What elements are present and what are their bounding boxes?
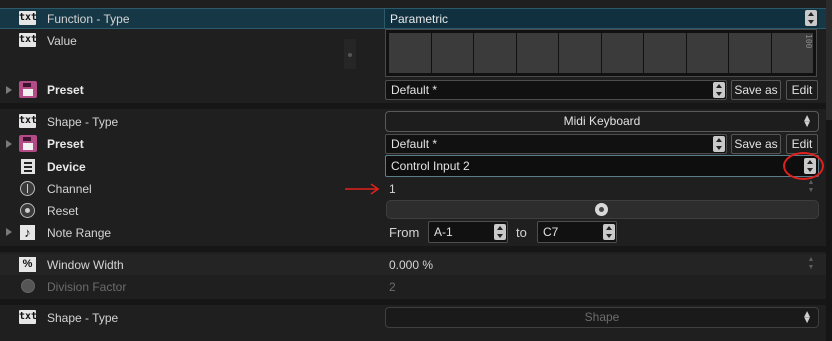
window-width-label: Window Width xyxy=(47,258,124,272)
value-graph[interactable]: 100 xyxy=(385,29,817,77)
reset-row: Reset xyxy=(0,200,826,220)
preset2-spin-icon[interactable] xyxy=(713,136,725,152)
function-type-spin-icon[interactable] xyxy=(805,10,817,26)
graph-top-value: 100 xyxy=(804,34,813,49)
txt-icon: txt xyxy=(19,11,38,25)
device-label: Device xyxy=(47,160,86,174)
note-range-row: ♪ Note Range From A-1 to C7 xyxy=(0,221,826,243)
reset-button[interactable] xyxy=(386,200,819,219)
device-select[interactable]: Control Input 2 xyxy=(385,155,819,177)
expand-arrow-icon[interactable] xyxy=(6,86,12,94)
division-factor-value: 2 xyxy=(389,280,396,294)
preset2-row: Preset Default * Save as Edit xyxy=(0,134,826,155)
division-factor-row: Division Factor 2 xyxy=(0,276,826,297)
handle-dot-icon xyxy=(348,53,352,57)
txt-icon: txt xyxy=(19,114,38,128)
channel-label: Channel xyxy=(47,182,92,196)
expand-arrow-icon[interactable] xyxy=(6,228,12,236)
to-note-value: C7 xyxy=(543,225,559,239)
preset-icon xyxy=(18,134,37,152)
division-icon xyxy=(18,278,37,294)
channel-stepper-icon[interactable]: ▲ ▼ xyxy=(806,179,816,195)
preset2-select-value: Default * xyxy=(391,137,438,151)
from-note-spin-icon[interactable] xyxy=(494,224,506,240)
shape-type-label: Shape - Type xyxy=(47,115,119,129)
preset-label: Preset xyxy=(47,83,84,97)
shape-type2-value: Shape xyxy=(584,310,620,324)
function-type-select[interactable]: Parametric xyxy=(384,9,819,28)
preset-select[interactable]: Default * xyxy=(385,80,727,100)
updown-chevron-icon: ▲ ▼ xyxy=(802,309,812,326)
shape-type-value: Midi Keyboard xyxy=(563,114,641,128)
from-label: From xyxy=(389,225,420,240)
txt-icon: txt xyxy=(19,33,38,47)
edit-button[interactable]: Edit xyxy=(786,134,818,154)
graph-cell[interactable] xyxy=(644,33,686,73)
device-row: Device Control Input 2 xyxy=(0,152,826,180)
edit-button[interactable]: Edit xyxy=(786,80,818,100)
device-select-value: Control Input 2 xyxy=(391,159,470,173)
preset-row: Preset Default * Save as Edit xyxy=(0,80,826,101)
window-width-value[interactable]: 0.000 % xyxy=(389,258,433,272)
from-note-select[interactable]: A-1 xyxy=(428,221,508,243)
save-as-button[interactable]: Save as xyxy=(731,134,781,154)
to-note-spin-icon[interactable] xyxy=(603,224,615,240)
section-separator xyxy=(0,299,826,305)
save-as-button[interactable]: Save as xyxy=(731,80,781,100)
music-note-icon: ♪ xyxy=(18,224,37,240)
preset-select-value: Default * xyxy=(391,83,438,97)
division-factor-label: Division Factor xyxy=(47,280,127,294)
graph-cell[interactable] xyxy=(474,33,516,73)
graph-cell[interactable] xyxy=(389,33,431,73)
value-label: Value xyxy=(47,34,77,48)
shape-type2-row: txt Shape - Type Shape ▲ ▼ xyxy=(0,307,826,329)
channel-icon xyxy=(18,180,37,196)
expand-arrow-icon[interactable] xyxy=(6,140,12,148)
section-separator xyxy=(0,246,826,252)
preset2-label: Preset xyxy=(47,137,84,151)
reset-icon xyxy=(18,202,37,218)
scrollbar-thumb[interactable] xyxy=(826,0,832,120)
preset-spin-icon[interactable] xyxy=(713,82,725,98)
channel-value[interactable]: 1 xyxy=(389,182,396,196)
window-width-row: % Window Width 0.000 % ▲ ▼ xyxy=(0,254,826,275)
to-note-select[interactable]: C7 xyxy=(537,221,617,243)
percent-icon: % xyxy=(18,256,37,272)
value-row: txt Value 100 xyxy=(0,29,826,80)
graph-cell[interactable] xyxy=(559,33,601,73)
note-range-label: Note Range xyxy=(47,226,112,240)
window-width-stepper-icon[interactable]: ▲ ▼ xyxy=(806,256,816,272)
value-graph-cells xyxy=(389,33,813,73)
shape-type-row: txt Shape - Type Midi Keyboard ▲ ▼ xyxy=(0,111,826,133)
function-type-row[interactable]: txt Function - Type Parametric xyxy=(0,8,826,29)
reset-label: Reset xyxy=(47,204,79,218)
annotation-arrow-icon xyxy=(345,183,380,195)
function-type-value: Parametric xyxy=(390,12,449,26)
section-separator xyxy=(0,103,826,109)
shape-type2-label: Shape - Type xyxy=(47,311,119,325)
from-note-value: A-1 xyxy=(434,225,453,239)
preset2-select[interactable]: Default * xyxy=(385,134,727,154)
graph-cell[interactable] xyxy=(601,33,643,73)
shape-type-select[interactable]: Midi Keyboard ▲ ▼ xyxy=(385,111,819,132)
to-label: to xyxy=(516,225,527,240)
graph-cell[interactable] xyxy=(516,33,558,73)
graph-cell[interactable] xyxy=(431,33,473,73)
reset-knob-icon xyxy=(595,203,608,216)
preset-icon xyxy=(18,80,37,98)
graph-cell[interactable] xyxy=(686,33,728,73)
shape-type2-select[interactable]: Shape ▲ ▼ xyxy=(385,307,819,328)
annotation-circle xyxy=(783,152,824,180)
function-type-label: Function - Type xyxy=(47,12,130,26)
channel-row: Channel 1 ▲ ▼ xyxy=(0,178,826,198)
value-drag-handle[interactable] xyxy=(344,39,356,69)
graph-cell[interactable] xyxy=(729,33,771,73)
txt-icon: txt xyxy=(19,310,38,324)
updown-chevron-icon: ▲ ▼ xyxy=(802,113,812,130)
device-icon xyxy=(18,158,37,174)
